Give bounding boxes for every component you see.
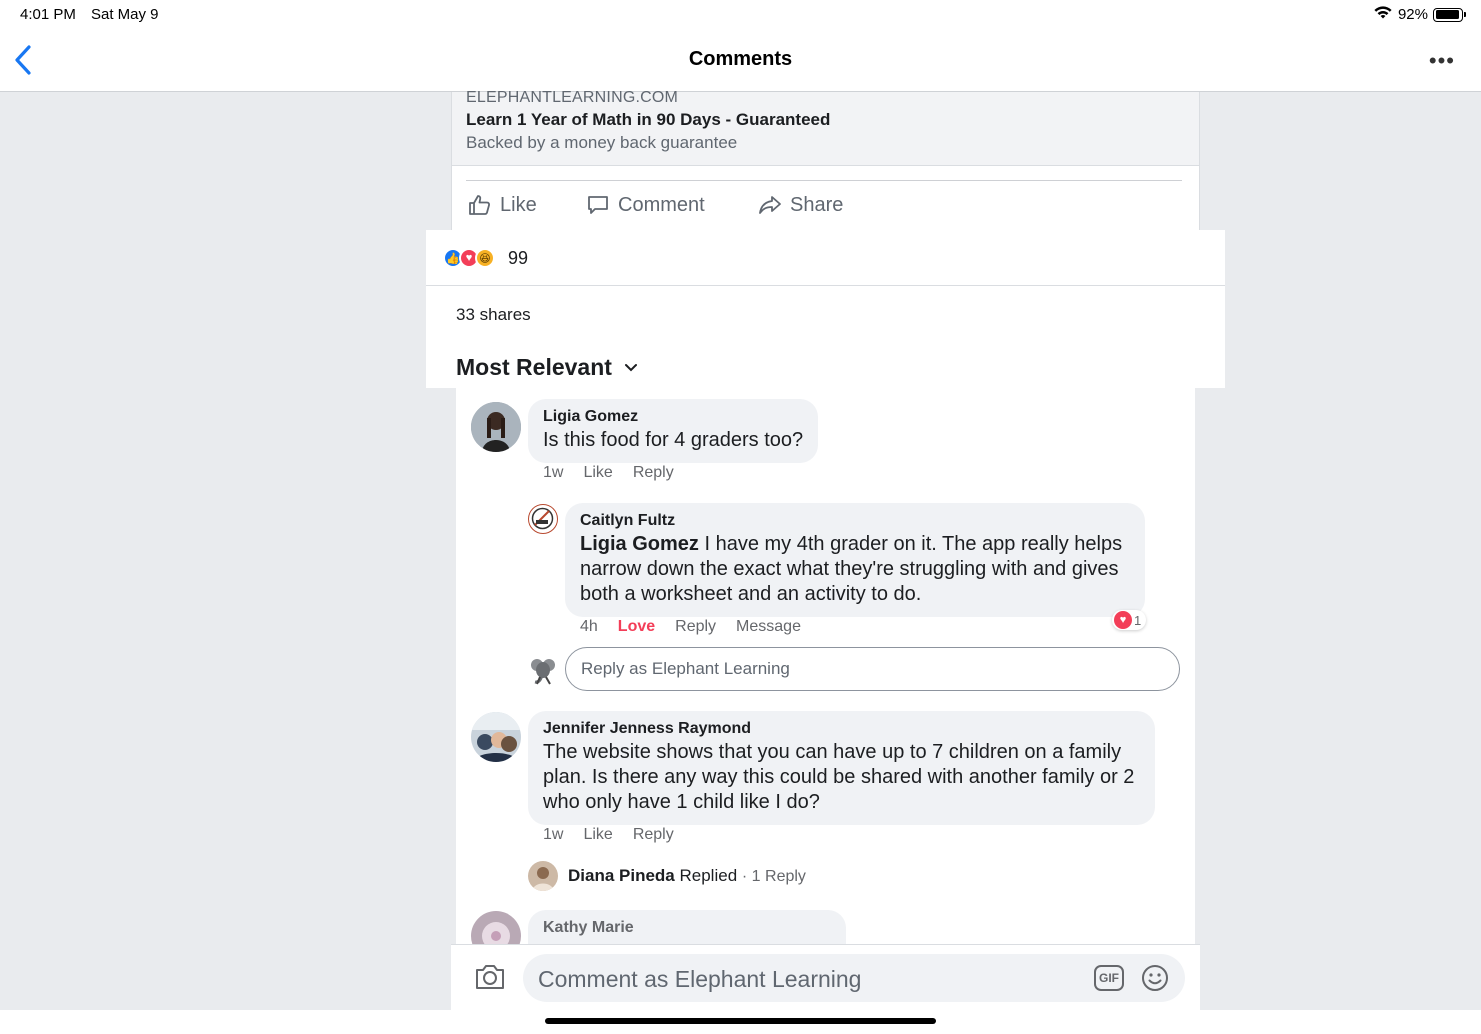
comment-time: 1w <box>543 464 564 481</box>
link-preview[interactable]: ELEPHANTLEARNING.COM Learn 1 Year of Mat… <box>452 89 1199 166</box>
commenter-name[interactable]: Jennifer Jenness Raymond <box>543 720 1140 738</box>
gif-button[interactable]: GIF <box>1094 965 1124 991</box>
smiley-icon <box>1142 965 1168 991</box>
haha-icon: 😆 <box>475 248 495 268</box>
view-replies-link[interactable]: Diana Pineda Replied · 1 Reply <box>528 861 806 891</box>
comment-text: The website shows that you can have up t… <box>543 741 1135 813</box>
comment-composer: Comment as Elephant Learning GIF <box>451 944 1200 1010</box>
reply-reaction-badge[interactable]: ♥ 1 <box>1112 610 1147 630</box>
reply-input[interactable]: Reply as Elephant Learning <box>565 647 1180 691</box>
thumbs-up-icon <box>469 195 490 215</box>
commenter-name[interactable]: Ligia Gomez <box>543 408 803 426</box>
status-date: Sat May 9 <box>91 6 159 23</box>
sort-dropdown[interactable]: Most Relevant <box>456 354 638 381</box>
comment-actions: 1w Like Reply <box>543 464 674 482</box>
reply-actions: 4h Love Reply Message <box>580 618 801 636</box>
avatar[interactable] <box>471 402 521 452</box>
comment-like-button[interactable]: Like <box>583 464 612 482</box>
comment-bubble[interactable]: Ligia Gomez Is this food for 4 graders t… <box>528 399 819 463</box>
comment-button[interactable]: Comment <box>586 193 705 217</box>
link-title: Learn 1 Year of Math in 90 Days - Guaran… <box>466 110 831 129</box>
chevron-down-icon <box>624 363 637 371</box>
avatar[interactable] <box>471 712 521 762</box>
comment-text: Is this food for 4 graders too? <box>543 429 804 451</box>
battery-percent: 92% <box>1397 6 1428 23</box>
comment-bubble[interactable]: Kathy Marie <box>528 910 846 944</box>
comment-reply-button[interactable]: Reply <box>633 464 674 482</box>
share-label: Share <box>790 193 844 216</box>
post-meta-panel: 👍 ♥ 😆 99 33 shares Most Relevant <box>426 230 1225 388</box>
comment-label: Comment <box>618 193 705 216</box>
post-card: ELEPHANTLEARNING.COM Learn 1 Year of Mat… <box>451 89 1200 230</box>
comments-list: Ligia Gomez Is this food for 4 graders t… <box>456 388 1195 944</box>
replier-name[interactable]: Caitlyn Fultz <box>580 512 1130 530</box>
reply-message-button[interactable]: Message <box>736 618 801 636</box>
like-label: Like <box>500 193 537 216</box>
battery-level <box>1435 10 1459 19</box>
speech-bubble-icon <box>588 196 608 214</box>
status-right: 92% <box>1373 5 1466 24</box>
reply-time: 4h <box>580 618 598 635</box>
comment-input[interactable]: Comment as Elephant Learning <box>523 954 1185 1002</box>
avatar <box>528 861 558 891</box>
mention-link[interactable]: Ligia Gomez <box>580 533 699 555</box>
replier-name: Diana Pineda <box>568 866 675 885</box>
comment-actions: 1w Like Reply <box>543 826 674 844</box>
battery-icon <box>1433 7 1466 22</box>
status-bar: 4:01 PM Sat May 9 92% <box>0 0 1481 30</box>
nav-bar: Comments ••• <box>0 30 1481 92</box>
comment-time: 1w <box>543 826 564 843</box>
page-avatar <box>528 655 558 685</box>
reply-reaction-count: 1 <box>1134 612 1142 628</box>
home-indicator[interactable] <box>545 1018 936 1024</box>
elephant-icon <box>531 659 555 685</box>
reply-love-button[interactable]: Love <box>618 618 655 636</box>
status-time: 4:01 PM <box>20 6 76 23</box>
bottom-bar <box>0 1010 1481 1034</box>
more-options-button[interactable]: ••• <box>1429 48 1455 74</box>
replied-label: Replied <box>679 866 738 885</box>
shares-count[interactable]: 33 shares <box>456 305 531 325</box>
page-title: Comments <box>688 48 793 70</box>
comment-bubble[interactable]: Jennifer Jenness Raymond The website sho… <box>528 711 1155 825</box>
like-button[interactable]: Like <box>468 193 537 217</box>
camera-icon <box>476 965 504 989</box>
avatar[interactable] <box>528 504 558 534</box>
post-action-bar: Like Comment Share <box>466 180 1182 230</box>
comment-reply-button[interactable]: Reply <box>633 826 674 844</box>
avatar[interactable] <box>471 911 521 944</box>
reply-bubble[interactable]: Caitlyn Fultz Ligia Gomez I have my 4th … <box>565 503 1145 617</box>
share-arrow-icon <box>759 196 781 214</box>
love-icon: ♥ <box>1114 611 1132 629</box>
share-button[interactable]: Share <box>758 193 843 217</box>
commenter-name[interactable]: Kathy Marie <box>543 919 831 937</box>
emoji-button[interactable] <box>1141 964 1169 997</box>
camera-button[interactable] <box>474 962 506 997</box>
link-description: Backed by a money back guarantee <box>466 133 738 152</box>
reactions-summary[interactable]: 👍 ♥ 😆 99 <box>426 230 1225 286</box>
sort-label: Most Relevant <box>456 354 612 380</box>
wifi-icon <box>1373 5 1393 24</box>
reply-reply-button[interactable]: Reply <box>675 618 716 636</box>
link-domain: ELEPHANTLEARNING.COM <box>466 89 679 106</box>
reaction-count: 99 <box>508 248 529 268</box>
reply-count: · 1 Reply <box>741 868 806 885</box>
reaction-icons: 👍 ♥ 😆 <box>443 248 495 268</box>
comment-like-button[interactable]: Like <box>583 826 612 844</box>
reply-text: Ligia Gomez I have my 4th grader on it. … <box>580 532 1130 607</box>
